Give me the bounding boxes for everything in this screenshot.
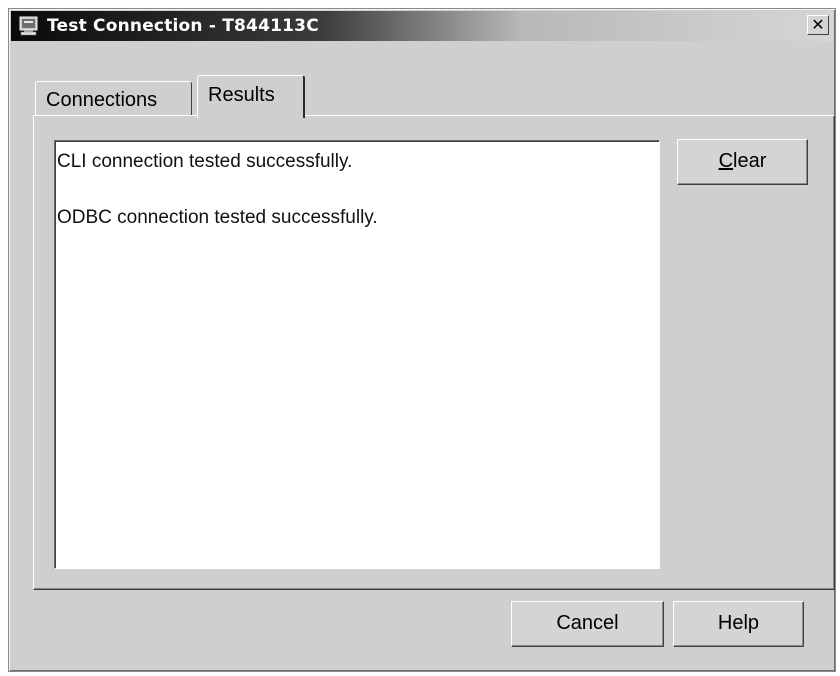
tab-connections-label: Connections bbox=[46, 89, 158, 111]
results-text-area[interactable]: CLI connection tested successfully. ODBC… bbox=[54, 140, 660, 569]
tab-results-label: Results bbox=[208, 84, 275, 106]
clear-label: lear bbox=[733, 150, 767, 172]
clear-mnemonic: C bbox=[718, 150, 734, 172]
result-line: ODBC connection tested successfully. bbox=[57, 207, 378, 228]
help-label: Help bbox=[717, 612, 760, 634]
close-icon: ✕ bbox=[811, 15, 825, 34]
test-connection-dialog: Test Connection - T844113C ✕ Connections… bbox=[8, 8, 836, 672]
window-title: Test Connection - T844113C bbox=[47, 16, 319, 36]
cancel-button[interactable]: Cancel bbox=[511, 601, 664, 647]
results-panel: CLI connection tested successfully. ODBC… bbox=[33, 115, 835, 590]
computer-window-icon bbox=[19, 16, 38, 36]
help-button[interactable]: Help bbox=[673, 601, 804, 647]
close-button[interactable]: ✕ bbox=[807, 15, 829, 35]
title-bar[interactable]: Test Connection - T844113C ✕ bbox=[11, 11, 833, 41]
tab-results[interactable]: Results bbox=[197, 75, 305, 118]
cancel-label: Cancel bbox=[556, 612, 619, 634]
tab-connections[interactable]: Connections bbox=[35, 81, 192, 115]
result-line: CLI connection tested successfully. bbox=[57, 151, 353, 172]
clear-button[interactable]: Clear bbox=[677, 139, 808, 185]
